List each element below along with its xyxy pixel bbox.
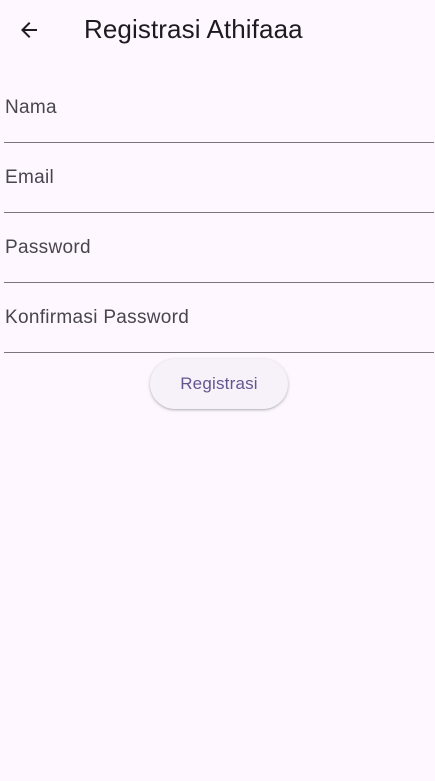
confirm-password-field <box>4 284 434 354</box>
name-input[interactable] <box>4 74 434 143</box>
password-field <box>4 214 434 284</box>
name-field <box>4 74 434 144</box>
email-input[interactable] <box>4 144 434 213</box>
registration-form <box>0 74 435 354</box>
page-title: Registrasi Athifaaa <box>84 14 303 44</box>
email-field <box>4 144 434 214</box>
confirm-password-input[interactable] <box>4 284 434 353</box>
app-bar: Registrasi Athifaaa <box>0 0 435 58</box>
register-button[interactable]: Registrasi <box>150 359 288 409</box>
arrow-left-icon <box>17 18 41 42</box>
password-input[interactable] <box>4 214 434 283</box>
back-button[interactable] <box>12 13 46 47</box>
